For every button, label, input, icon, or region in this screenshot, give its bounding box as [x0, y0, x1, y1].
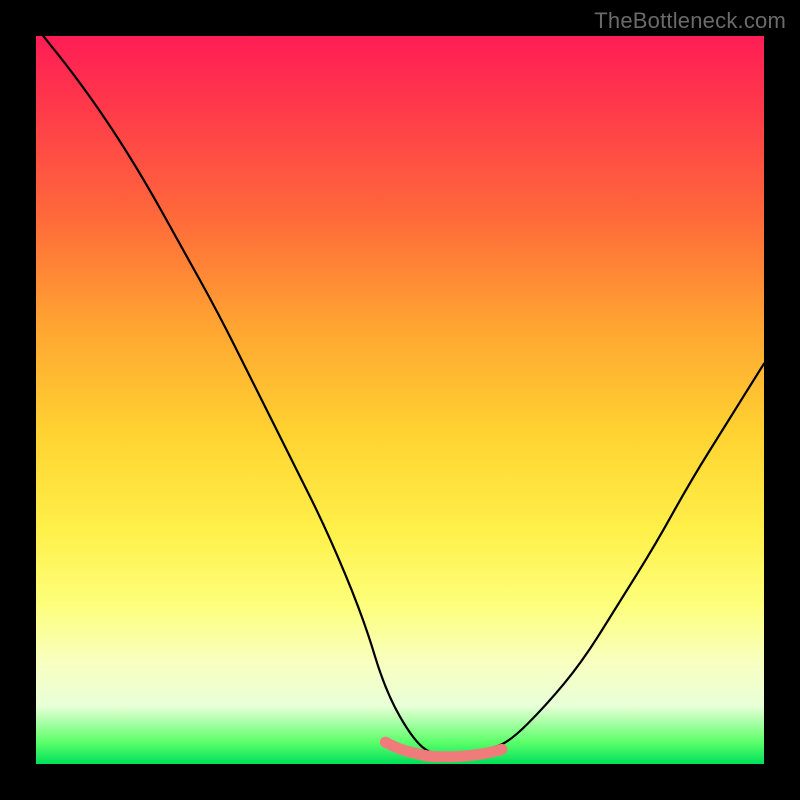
plot-area [36, 36, 764, 764]
bottleneck-curve [43, 36, 764, 757]
watermark-text: TheBottleneck.com [594, 8, 786, 34]
chart-svg [36, 36, 764, 764]
chart-frame: TheBottleneck.com [0, 0, 800, 800]
flat-region-marker [385, 742, 502, 757]
